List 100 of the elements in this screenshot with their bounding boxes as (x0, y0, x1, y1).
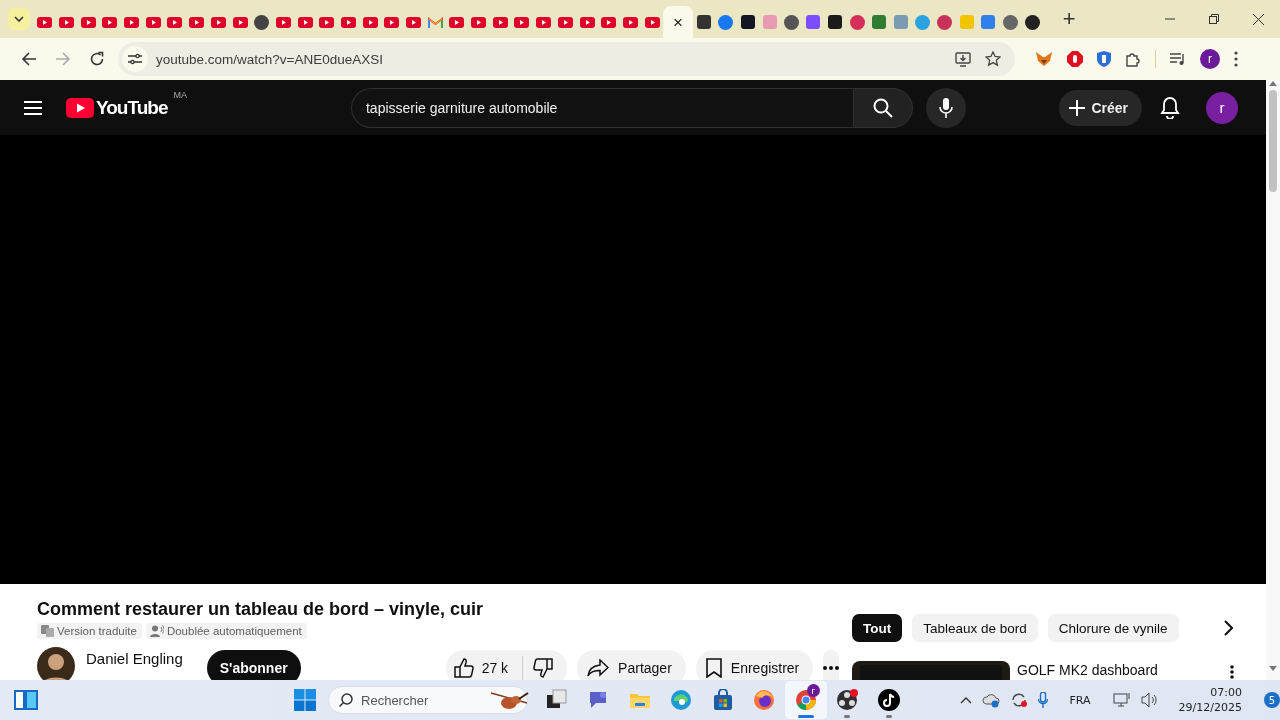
share-button[interactable]: Partager (577, 650, 686, 680)
search-input[interactable]: Rechercher (361, 692, 482, 708)
microphone-icon[interactable] (1037, 692, 1048, 708)
network-icon[interactable] (1112, 692, 1131, 708)
fox-icon[interactable] (1035, 51, 1053, 67)
search-bar[interactable]: tapisserie garniture automobile (350, 87, 853, 128)
cloud-icon[interactable] (981, 692, 1000, 708)
running-indicator (797, 715, 814, 718)
star-icon[interactable] (985, 51, 1001, 67)
menu-icon[interactable] (1234, 51, 1238, 67)
account-avatar[interactable]: r (1206, 91, 1238, 124)
youtube-icon (189, 16, 205, 28)
more-actions-button[interactable] (823, 650, 840, 680)
language-indicator[interactable]: FRA (1069, 693, 1091, 707)
profile-avatar[interactable]: r (1200, 49, 1220, 69)
tab-list-button[interactable] (8, 8, 30, 30)
more-vertical-icon[interactable] (1229, 665, 1234, 679)
search-input[interactable]: tapisserie garniture automobile (365, 99, 766, 116)
scrollbar-thumb[interactable] (1269, 90, 1277, 192)
stop-sign-icon[interactable] (1067, 51, 1083, 67)
thumbs-down-icon (533, 658, 554, 678)
new-tab-button[interactable]: + (1059, 8, 1080, 30)
menu-icon[interactable] (24, 100, 42, 115)
browser-swirl-icon[interactable] (670, 689, 693, 711)
save-button[interactable]: Enregistrer (695, 650, 814, 680)
browser-tab[interactable]: × (662, 6, 693, 38)
share-arrow-icon (587, 659, 610, 677)
reload-icon[interactable] (89, 51, 105, 67)
task-view-icon[interactable] (545, 689, 568, 711)
address-bar[interactable]: youtube.com/watch?v=ANE0dueAXSI (118, 42, 1015, 76)
plus-icon (1069, 99, 1086, 116)
youtube-icon (210, 16, 226, 28)
close-icon[interactable] (1252, 13, 1264, 25)
youtube-icon (471, 16, 487, 28)
scroll-down-icon[interactable] (1269, 666, 1277, 672)
clock-date[interactable]: 29/12/2025 (1178, 700, 1242, 715)
youtube-icon (232, 16, 248, 28)
record-icon[interactable] (836, 689, 859, 711)
close-button[interactable]: × (672, 13, 683, 31)
subscribe-button[interactable]: S'abonner (206, 650, 301, 680)
youtube-icon (145, 16, 161, 28)
running-indicator (885, 715, 892, 718)
search-bar[interactable]: Rechercher (328, 686, 529, 714)
bookmark-icon (705, 658, 722, 678)
music-note-icon[interactable] (877, 689, 900, 711)
widgets-icon[interactable] (14, 690, 38, 710)
install-icon[interactable] (955, 51, 971, 67)
volume-icon[interactable] (1140, 692, 1159, 708)
chrome-icon[interactable] (794, 689, 817, 711)
clock-time[interactable]: 07:00 (1210, 685, 1242, 700)
youtube-icon (102, 16, 118, 28)
notification-badge[interactable]: 5 (1264, 692, 1280, 708)
bell-icon[interactable] (1160, 96, 1180, 119)
address-text: youtube.com/watch?v=ANE0dueAXSI (156, 51, 384, 67)
sync-icon[interactable] (1009, 692, 1028, 708)
youtube-icon (557, 16, 573, 28)
filter-chip[interactable]: Chlorure de vynile (1047, 614, 1179, 642)
thumbs-up-icon (453, 658, 474, 678)
youtube-icon (362, 16, 378, 28)
video-title: Comment restaurer un tableau de bord – vinyle, cuir (37, 598, 485, 620)
youtube-icon (80, 16, 96, 28)
translate-icon (41, 625, 54, 637)
search-icon (872, 97, 893, 118)
create-button[interactable]: Créer (1059, 89, 1142, 126)
search-icon (339, 693, 354, 707)
more-dots-icon (823, 666, 840, 670)
youtube-icon (384, 16, 400, 28)
youtube-icon (37, 16, 53, 28)
filter-chip[interactable]: Tableaux de bord (912, 614, 1038, 642)
taskbar-app-button[interactable]: r (785, 681, 827, 719)
filter-chip[interactable]: Tout (852, 614, 903, 642)
play-logo-icon (66, 97, 94, 118)
youtube-icon (275, 16, 291, 28)
youtube-icon (622, 16, 638, 28)
shield-icon[interactable] (1097, 51, 1111, 67)
youtube-icon (492, 16, 508, 28)
channel-avatar[interactable] (37, 647, 75, 680)
fox-globe-icon[interactable] (753, 689, 776, 711)
chevron-down-icon (14, 16, 24, 22)
back-icon[interactable] (21, 51, 37, 67)
youtube-icon (340, 16, 356, 28)
channel-name[interactable]: Daniel Engling (86, 650, 183, 667)
youtube-icon (319, 16, 335, 28)
search-button[interactable] (852, 87, 913, 128)
youtube-icon (167, 16, 183, 28)
video-title[interactable]: GOLF MK2 dashboard (1017, 662, 1158, 678)
info-badge: Version traduite (37, 623, 142, 639)
chevron-up-icon[interactable] (959, 696, 972, 704)
site-settings-icon[interactable] (128, 53, 142, 65)
forward-icon[interactable] (55, 51, 71, 67)
extensions-icon[interactable] (1125, 51, 1141, 67)
shopping-bag-icon[interactable] (711, 689, 734, 711)
youtube-icon (449, 16, 465, 28)
youtube-icon (406, 16, 422, 28)
start-icon[interactable] (294, 689, 317, 711)
restore-icon[interactable] (1209, 14, 1219, 24)
youtube-icon (59, 16, 75, 28)
media-icon[interactable] (1170, 52, 1186, 66)
info-badge: Doublée automatiquement (145, 623, 307, 639)
mail-icon (427, 16, 443, 28)
